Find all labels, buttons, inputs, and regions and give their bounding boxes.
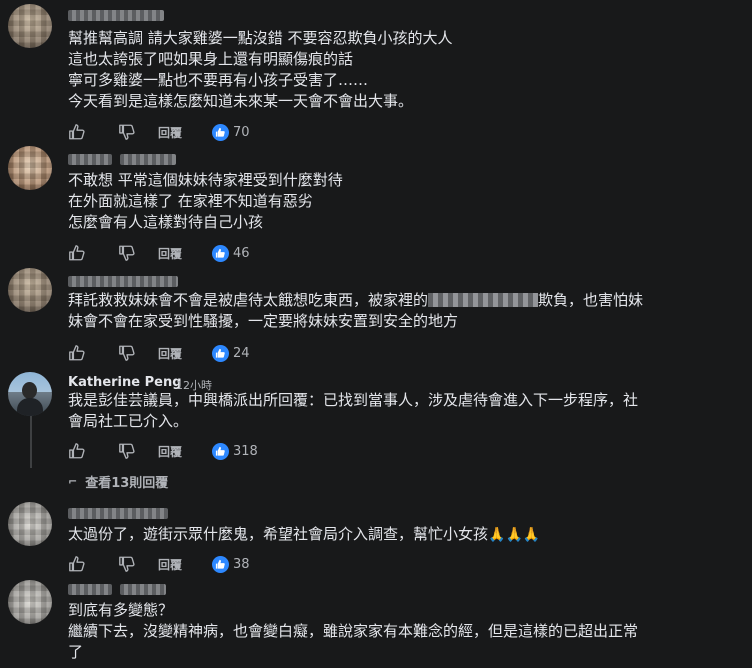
comment-text: 不敢想 平常這個妹妹待家裡受到什麼對待 在外面就這樣了 在家裡不知道有惡劣 怎麼…	[68, 171, 343, 231]
like-count[interactable]: 24	[233, 346, 250, 361]
thumbs-down-icon[interactable]	[118, 344, 136, 362]
reply-button[interactable]: 回覆	[158, 443, 182, 460]
comment-text: 幫推幫高調 請大家雞婆一點沒錯 不要容忍欺負小孩的大人 這也太誇張了吧如果身上還…	[68, 29, 453, 110]
reply-arrow-icon: ⌐	[68, 475, 78, 488]
author-name-redacted[interactable]	[68, 276, 178, 287]
thumbs-up-icon[interactable]	[68, 244, 86, 262]
thumbs-down-icon[interactable]	[118, 555, 136, 573]
avatar[interactable]	[8, 4, 52, 48]
reply-button[interactable]: 回覆	[158, 124, 182, 141]
author-name[interactable]: Katherine Peng	[68, 375, 182, 390]
avatar-head	[22, 382, 37, 399]
thumbs-down-icon[interactable]	[118, 123, 136, 141]
author-name-redacted[interactable]	[68, 584, 112, 595]
like-count[interactable]: 38	[233, 557, 250, 572]
comment-actions: 回覆 70	[68, 122, 250, 142]
comment-text: 到底有多變態？ 繼續下去，沒變精神病，也會變白癡，雖說家家有本難念的經，但是這樣…	[68, 601, 639, 661]
reply-button[interactable]: 回覆	[158, 345, 182, 362]
comment-actions: 回覆 318	[68, 441, 258, 461]
like-count[interactable]: 318	[233, 444, 258, 459]
like-reaction-icon[interactable]	[212, 123, 230, 141]
thumbs-down-icon[interactable]	[118, 442, 136, 460]
view-replies-label: 查看13則回覆	[85, 476, 169, 491]
pray-emoji: 🙏🙏🙏	[488, 527, 541, 543]
author-name-redacted[interactable]	[120, 584, 166, 595]
thumbs-up-icon[interactable]	[68, 555, 86, 573]
author-name-redacted[interactable]	[68, 154, 112, 165]
like-reaction-icon[interactable]	[212, 555, 230, 573]
thumbs-down-icon[interactable]	[118, 244, 136, 262]
author-name-redacted[interactable]	[68, 508, 168, 519]
avatar[interactable]	[8, 372, 52, 416]
comment-text: 太過份了，遊街示眾什麼鬼，希望社會局介入調查，幫忙小女孩🙏🙏🙏	[68, 525, 541, 543]
comment-text: 拜託救救妹妹會不會是被虐待太餓想吃東西，被家裡的 欺負，也害怕妹 妹會不會在家受到…	[68, 291, 644, 330]
avatar[interactable]	[8, 580, 52, 624]
like-reaction-icon[interactable]	[212, 344, 230, 362]
like-count[interactable]: 70	[233, 125, 250, 140]
comment-actions: 回覆 38	[68, 554, 250, 574]
comment-text: 我是彭佳芸議員，中興橋派出所回覆：已找到當事人，涉及虐待會進入下一步程序，社 會…	[68, 391, 639, 430]
thumbs-up-icon[interactable]	[68, 442, 86, 460]
thumbs-up-icon[interactable]	[68, 344, 86, 362]
author-name-redacted[interactable]	[120, 154, 176, 165]
comment-actions: 回覆 46	[68, 243, 250, 263]
like-reaction-icon[interactable]	[212, 244, 230, 262]
avatar-body	[17, 398, 43, 416]
author-name-redacted[interactable]	[68, 10, 164, 21]
thumbs-up-icon[interactable]	[68, 123, 86, 141]
like-count[interactable]: 46	[233, 246, 250, 261]
avatar[interactable]	[8, 146, 52, 190]
avatar[interactable]	[8, 502, 52, 546]
reply-button[interactable]: 回覆	[158, 556, 182, 573]
redacted-text	[428, 293, 539, 307]
view-replies-button[interactable]: ⌐ 查看13則回覆	[68, 472, 168, 491]
avatar[interactable]	[8, 268, 52, 312]
comment-actions: 回覆 24	[68, 343, 250, 363]
reply-button[interactable]: 回覆	[158, 245, 182, 262]
like-reaction-icon[interactable]	[212, 442, 230, 460]
thread-connector	[30, 416, 32, 468]
